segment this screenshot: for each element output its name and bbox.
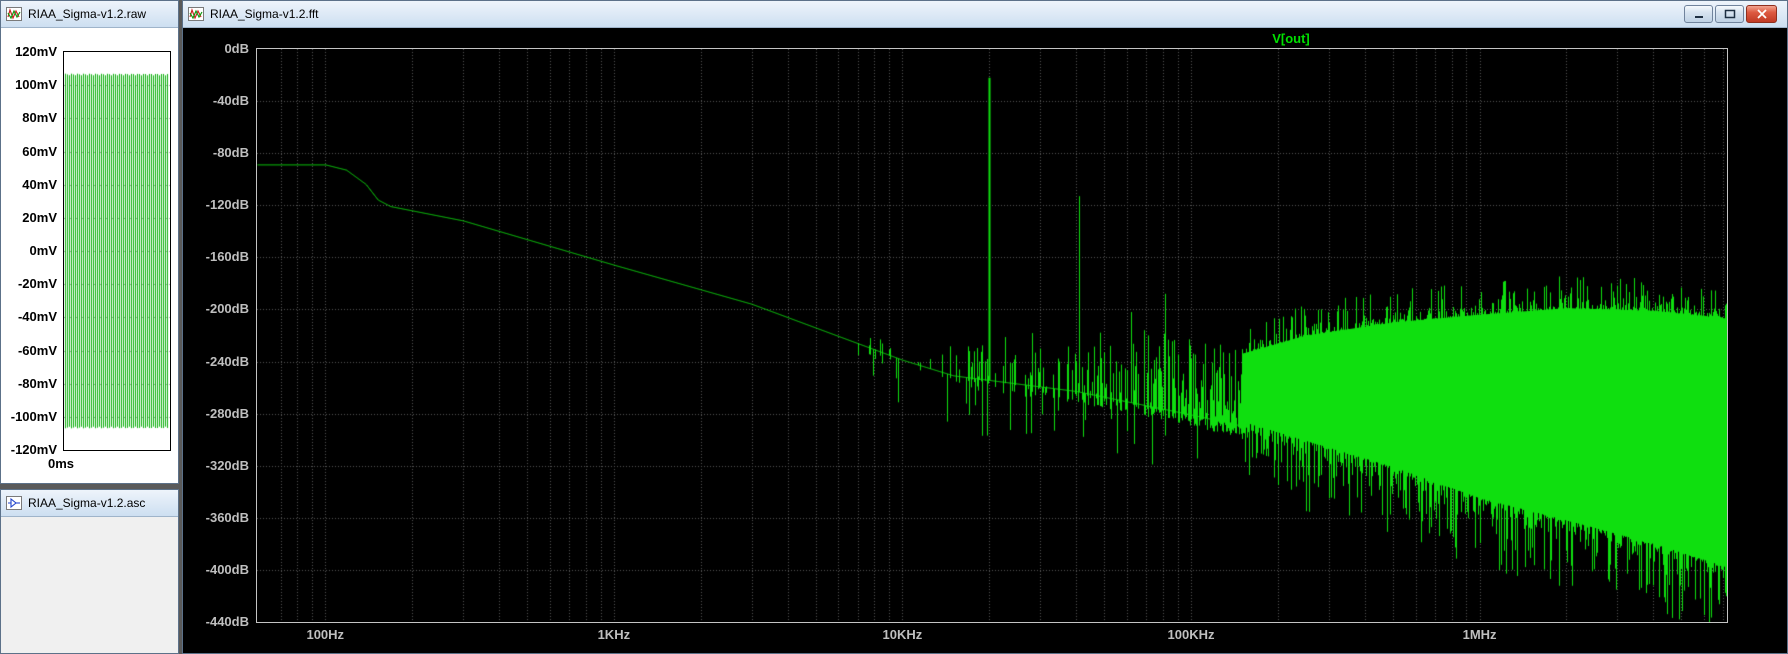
raw-x-tick-label: 0ms [48,456,75,471]
raw-y-tick-label: -120mV [10,442,57,457]
titlebar-raw[interactable]: RIAA_Sigma-v1.2.raw [1,1,178,28]
window-title: RIAA_Sigma-v1.2.asc [28,496,146,510]
titlebar-fft[interactable]: RIAA_Sigma-v1.2.fft [183,1,1787,28]
fft-y-tick-label: -280dB [205,405,249,421]
close-button[interactable] [1746,5,1777,23]
titlebar-asc[interactable]: RIAA_Sigma-v1.2.asc [1,490,178,517]
raw-y-tick-label: 100mV [15,77,57,93]
raw-y-tick-label: 0mV [29,243,57,258]
window-fft: RIAA_Sigma-v1.2.fft V[out] 0dB -40dB -80… [182,0,1788,654]
fft-x-tick-label: 10KHz [882,627,923,642]
fft-plot-canvas[interactable] [257,49,1727,622]
fft-x-tick-label: 1MHz [1462,627,1497,642]
fft-y-tick-label: 0dB [224,41,249,56]
maximize-icon [1724,9,1735,19]
raw-y-tick-label: 40mV [22,176,57,192]
window-raw-waveform: RIAA_Sigma-v1.2.raw 0ms 120mV 100mV 80mV 60… [0,0,179,484]
fft-x-tick-label: 100Hz [306,627,345,642]
raw-plot-canvas[interactable] [64,52,170,450]
fft-y-tick-label: -80dB [212,145,249,161]
raw-y-tick-label: 80mV [22,110,57,126]
fft-y-tick-label: -240dB [205,353,249,369]
window-asc-schematic: RIAA_Sigma-v1.2.asc [0,489,179,654]
fft-plot-frame [256,48,1728,623]
waveform-file-icon[interactable] [188,7,204,21]
fft-y-tick-label: -360dB [205,509,249,525]
close-icon [1756,9,1767,19]
schematic-file-icon[interactable] [6,496,22,510]
raw-y-tick-label: -100mV [10,408,57,424]
fft-y-tick-label: -320dB [205,457,249,473]
minimize-icon [1694,16,1703,18]
fft-trace-name-label[interactable]: V[out] [1231,31,1351,46]
fft-y-tick-label: -200dB [205,301,249,317]
maximize-button[interactable] [1715,5,1744,23]
fft-y-tick-label: -40dB [212,93,249,109]
raw-y-tick-label: -60mV [17,342,57,358]
raw-y-tick-label: 120mV [15,44,57,59]
minimize-button[interactable] [1684,5,1713,23]
fft-y-tick-label: -440dB [205,614,249,629]
window-title: RIAA_Sigma-v1.2.fft [210,7,319,21]
fft-y-tick-label: -160dB [205,249,249,265]
window-title: RIAA_Sigma-v1.2.raw [28,7,147,21]
raw-y-tick-label: -40mV [17,309,57,325]
fft-y-tick-label: -400dB [205,561,249,577]
window-controls [1684,5,1777,23]
schematic-area[interactable] [1,517,178,653]
waveform-file-icon[interactable] [6,7,22,21]
raw-y-tick-label: 60mV [22,143,57,159]
raw-y-tick-label: -20mV [17,276,57,292]
fft-x-tick-label: 100KHz [1167,627,1215,642]
raw-plot-frame [63,51,171,451]
raw-y-tick-label: -80mV [17,375,57,391]
raw-y-tick-label: 20mV [22,209,57,225]
fft-y-tick-label: -120dB [205,197,249,213]
fft-x-tick-label: 1KHz [597,627,631,642]
